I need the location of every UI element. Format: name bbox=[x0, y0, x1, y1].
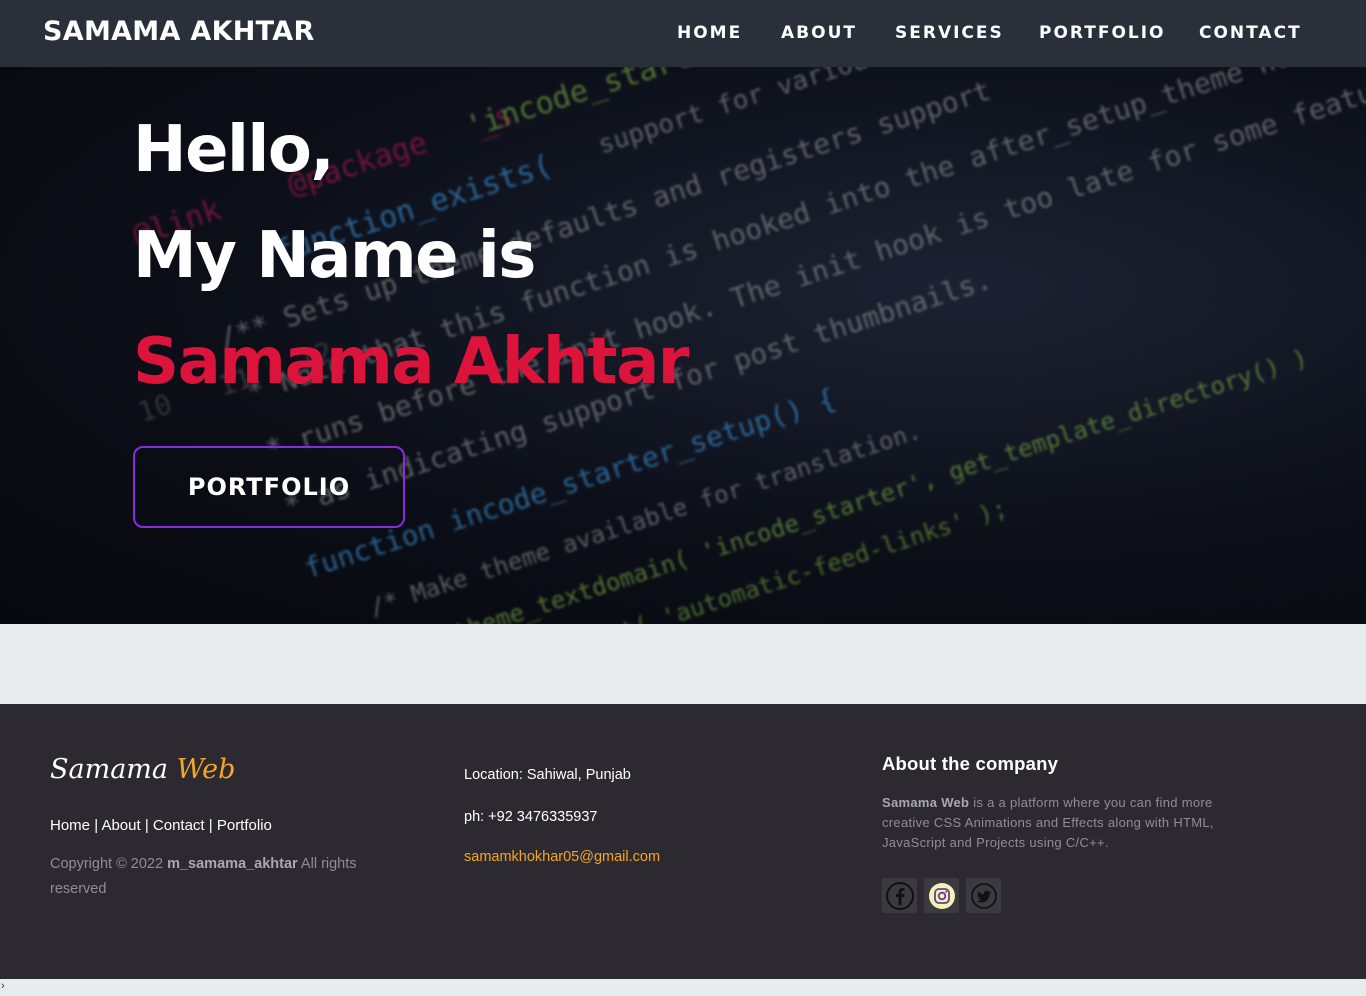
twitter-icon bbox=[970, 882, 997, 909]
page-corner-mark: › bbox=[1, 980, 5, 992]
about-company-name: Samama Web bbox=[882, 795, 970, 810]
phone-text: ph: +92 3476335937 bbox=[464, 809, 598, 825]
about-text: Samama Web is a a platform where you can… bbox=[882, 793, 1242, 853]
location-text: Location: Sahiwal, Punjab bbox=[464, 767, 631, 783]
about-title: About the company bbox=[882, 753, 1059, 774]
instagram-icon bbox=[928, 882, 955, 909]
instagram-button[interactable] bbox=[924, 878, 959, 913]
email-link[interactable]: samamkhokhar05@gmail.com bbox=[464, 849, 660, 865]
hero-greeting: Hello, bbox=[133, 113, 335, 187]
page-bottom-strip bbox=[0, 979, 1366, 996]
facebook-button[interactable] bbox=[882, 878, 917, 913]
portfolio-button[interactable]: PORTFOLIO bbox=[133, 446, 405, 528]
copyright-prefix: Copyright © 2022 bbox=[50, 856, 164, 872]
copyright-text: Copyright © 2022 m_samama_akhtar All rig… bbox=[50, 852, 410, 902]
footer-link-separator: | bbox=[94, 817, 99, 834]
footer-logo[interactable]: Samama Web bbox=[50, 754, 235, 785]
footer-link-separator: | bbox=[208, 817, 213, 834]
twitter-button[interactable] bbox=[966, 878, 1001, 913]
navbar: SAMAMA AKHTAR HOME ABOUT SERVICES PORTFO… bbox=[0, 0, 1366, 67]
hero-intro: My Name is bbox=[133, 219, 536, 293]
footer-link-portfolio[interactable]: Portfolio bbox=[217, 817, 272, 834]
nav-services[interactable]: SERVICES bbox=[895, 23, 1004, 43]
nav-about[interactable]: ABOUT bbox=[781, 23, 857, 43]
hero-name: Samama Akhtar bbox=[133, 325, 689, 399]
footer-link-home[interactable]: Home bbox=[50, 817, 90, 834]
hero-section: @link @package _s 'incode_starter_setup'… bbox=[0, 67, 1366, 624]
footer-links: Home | About | Contact | Portfolio bbox=[50, 817, 272, 834]
footer-link-contact[interactable]: Contact bbox=[153, 817, 205, 834]
footer: Samama Web Home | About | Contact | Port… bbox=[0, 704, 1366, 979]
brand-logo[interactable]: SAMAMA AKHTAR bbox=[43, 16, 315, 47]
nav-portfolio[interactable]: PORTFOLIO bbox=[1039, 23, 1166, 43]
footer-link-about[interactable]: About bbox=[101, 817, 140, 834]
footer-link-separator: | bbox=[144, 817, 149, 834]
nav-contact[interactable]: CONTACT bbox=[1199, 23, 1302, 43]
footer-logo-accent: Web bbox=[176, 754, 236, 785]
nav-home[interactable]: HOME bbox=[677, 23, 742, 43]
copyright-name: m_samama_akhtar bbox=[167, 856, 298, 872]
facebook-icon bbox=[885, 881, 914, 910]
footer-logo-main: Samama bbox=[50, 754, 168, 785]
